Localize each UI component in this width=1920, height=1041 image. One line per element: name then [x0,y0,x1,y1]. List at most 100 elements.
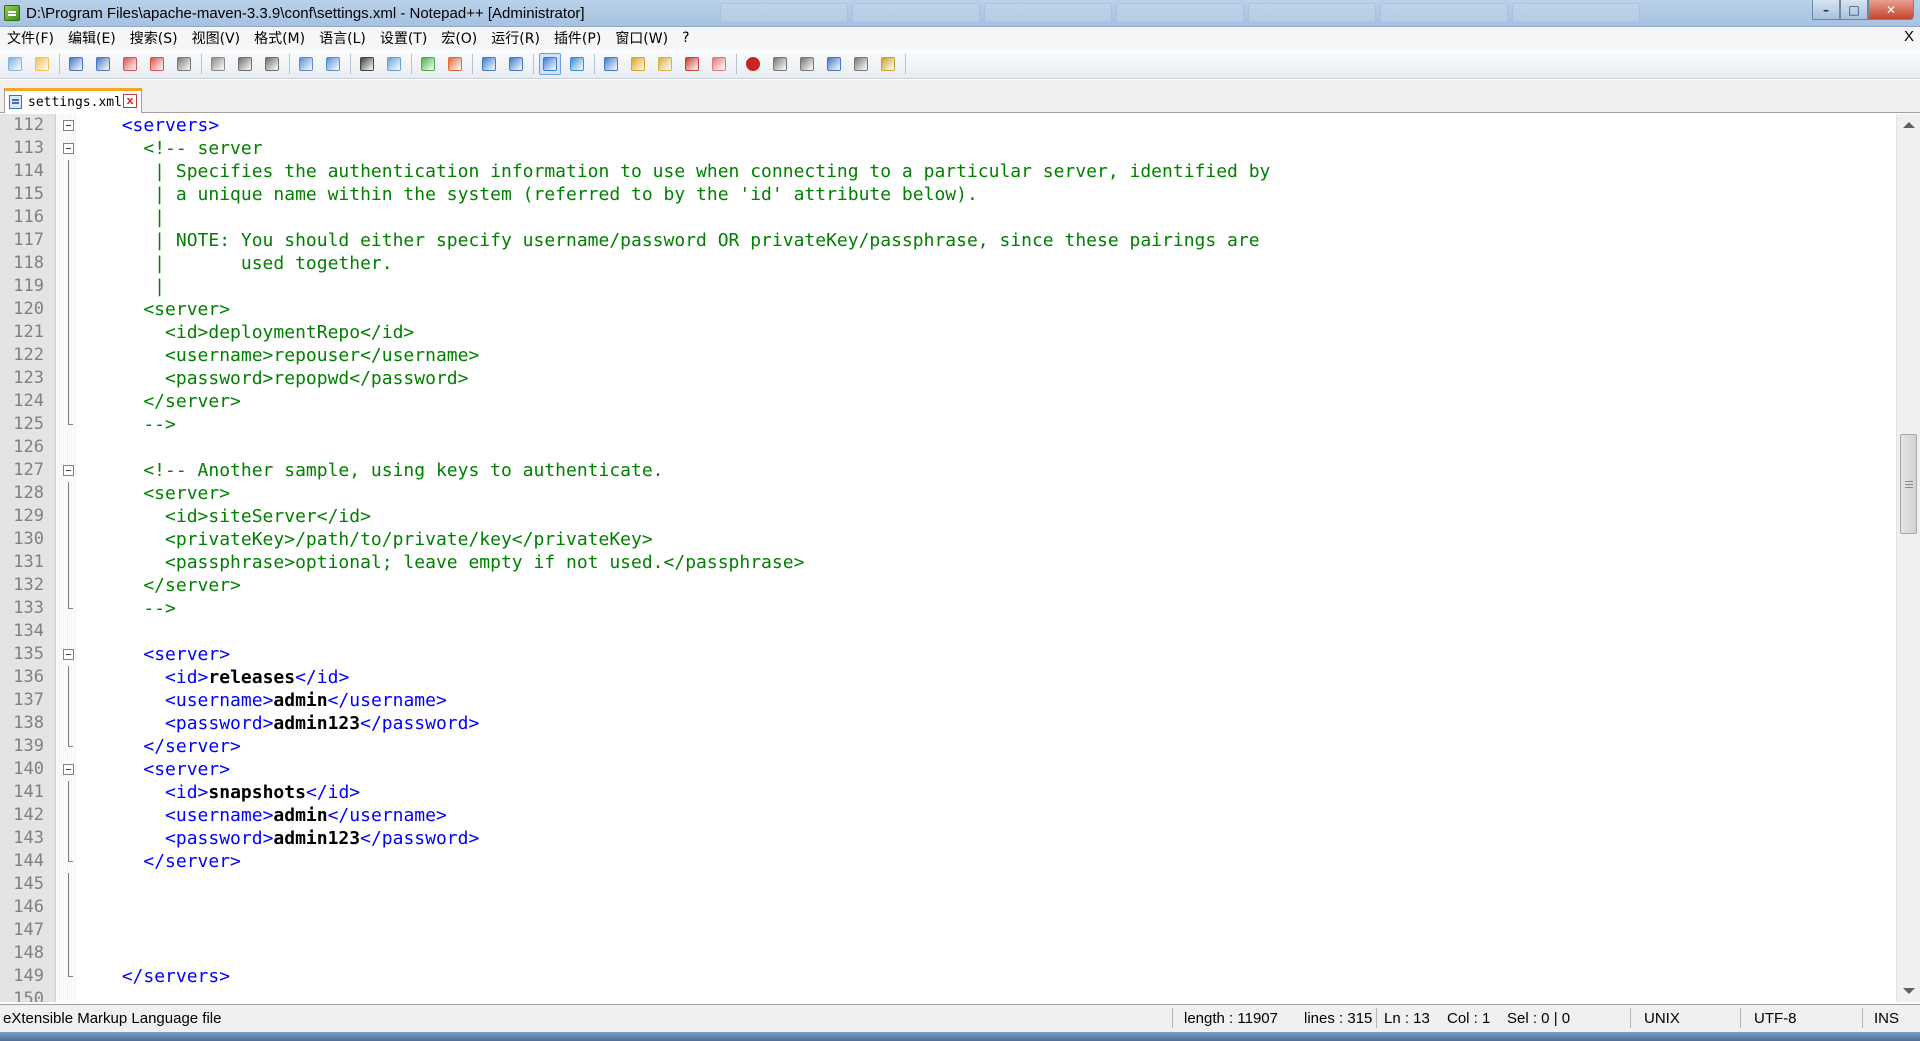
menu-item-4[interactable]: 格式(M) [247,28,312,48]
code-text[interactable]: </server> [100,574,241,597]
code-text[interactable]: </server> [100,735,241,758]
code-line[interactable]: 148 [0,942,1896,965]
code-text[interactable]: | used together. [100,252,392,275]
code-text[interactable]: <password>repopwd</password> [100,367,468,390]
code-line[interactable]: 143 <password>admin123</password> [0,827,1896,850]
code-line[interactable]: 123 <password>repopwd</password> [0,367,1896,390]
close-icon[interactable] [119,53,141,75]
menu-item-8[interactable]: 运行(R) [484,28,547,48]
code-text[interactable]: <!-- server [100,137,262,160]
spell-check-icon[interactable] [877,53,899,75]
status-encoding[interactable]: UTF-8 [1754,1010,1797,1027]
fold-toggle-icon[interactable] [63,465,74,476]
maximize-button[interactable]: □ [1840,0,1868,20]
code-line[interactable]: 114 | Specifies the authentication infor… [0,160,1896,183]
code-text[interactable]: <id>snapshots</id> [100,781,360,804]
code-text[interactable]: </server> [100,850,241,873]
find-icon[interactable] [356,53,378,75]
status-eol[interactable]: UNIX [1644,1010,1680,1027]
code-line[interactable]: 118 | used together. [0,252,1896,275]
code-line[interactable]: 112 <servers> [0,114,1896,137]
print-icon[interactable] [173,53,195,75]
sync-vertical-icon[interactable] [478,53,500,75]
code-line[interactable]: 121 <id>deploymentRepo</id> [0,321,1896,344]
paste-icon[interactable] [261,53,283,75]
sync-horizontal-icon[interactable] [505,53,527,75]
notepadpp-app-icon[interactable] [4,5,20,21]
play-macro-icon[interactable] [796,53,818,75]
code-line[interactable]: 147 [0,919,1896,942]
code-line[interactable]: 144 </server> [0,850,1896,873]
minimize-button[interactable]: – [1812,0,1840,20]
code-text[interactable]: <id>releases</id> [100,666,349,689]
scrollbar-thumb[interactable] [1900,434,1917,534]
code-line[interactable]: 134 [0,620,1896,643]
code-line[interactable]: 130 <privateKey>/path/to/private/key</pr… [0,528,1896,551]
code-line[interactable]: 136 <id>releases</id> [0,666,1896,689]
folder-workspace-icon[interactable] [708,53,730,75]
code-line[interactable]: 127 <!-- Another sample, using keys to a… [0,459,1896,482]
code-line[interactable]: 150 [0,988,1896,1002]
menu-item-11[interactable]: ? [675,30,696,46]
word-wrap-icon[interactable] [539,52,561,75]
copy-icon[interactable] [234,53,256,75]
stop-macro-icon[interactable] [769,53,791,75]
code-text[interactable]: <id>deploymentRepo</id> [100,321,414,344]
code-text[interactable]: <servers> [100,114,220,137]
vertical-scrollbar[interactable] [1896,114,1920,1002]
code-text[interactable]: </servers> [100,965,230,988]
code-text[interactable]: | [100,275,165,298]
code-line[interactable]: 142 <username>admin</username> [0,804,1896,827]
code-text[interactable]: <username>repouser</username> [100,344,479,367]
code-line[interactable]: 135 <server> [0,643,1896,666]
menu-item-0[interactable]: 文件(F) [0,28,61,48]
code-text[interactable]: | NOTE: You should either specify userna… [100,229,1259,252]
code-line[interactable]: 138 <password>admin123</password> [0,712,1896,735]
menu-item-9[interactable]: 插件(P) [547,28,608,48]
code-text[interactable]: <server> [100,482,230,505]
code-editor[interactable]: 112 <servers> 113 <!-- server 114 | Specif… [0,114,1920,1002]
zoom-in-icon[interactable] [417,53,439,75]
user-lang-icon[interactable] [627,53,649,75]
fold-toggle-icon[interactable] [63,143,74,154]
code-line[interactable]: 116 | [0,206,1896,229]
close-document-button[interactable]: X [1904,28,1914,45]
menu-item-2[interactable]: 搜索(S) [123,28,185,48]
code-line[interactable]: 122 <username>repouser</username> [0,344,1896,367]
run-macro-multiple-icon[interactable] [823,53,845,75]
code-text[interactable]: --> [100,413,176,436]
replace-icon[interactable] [383,53,405,75]
code-text[interactable]: </server> [100,390,241,413]
save-macro-icon[interactable] [850,53,872,75]
tab-close-icon[interactable]: x [123,94,137,108]
menu-item-5[interactable]: 语言(L) [312,28,373,48]
code-line[interactable]: 120 <server> [0,298,1896,321]
code-line[interactable]: 117 | NOTE: You should either specify us… [0,229,1896,252]
close-window-button[interactable]: ✕ [1868,0,1914,20]
code-text[interactable]: | Specifies the authentication informati… [100,160,1270,183]
fold-toggle-icon[interactable] [63,120,74,131]
code-line[interactable]: 145 [0,873,1896,896]
redo-icon[interactable] [322,53,344,75]
code-line[interactable]: 126 [0,436,1896,459]
code-text[interactable]: | a unique name within the system (refer… [100,183,978,206]
status-insert-mode[interactable]: INS [1874,1010,1899,1027]
undo-icon[interactable] [295,53,317,75]
menu-item-6[interactable]: 设置(T) [373,28,434,48]
code-text[interactable]: <privateKey>/path/to/private/key</privat… [100,528,653,551]
code-text[interactable]: <password>admin123</password> [100,827,479,850]
doc-map-icon[interactable] [654,53,676,75]
code-text[interactable]: <id>siteServer</id> [100,505,371,528]
record-macro-icon[interactable] [742,53,764,75]
code-line[interactable]: 124 </server> [0,390,1896,413]
show-all-chars-icon[interactable] [566,53,588,75]
save-all-icon[interactable] [92,53,114,75]
code-text[interactable]: --> [100,597,176,620]
save-icon[interactable] [65,53,87,75]
code-text[interactable]: <passphrase>optional; leave empty if not… [100,551,804,574]
new-file-icon[interactable] [4,53,26,75]
function-list-icon[interactable] [681,53,703,75]
close-all-icon[interactable] [146,53,168,75]
scroll-up-arrow-icon[interactable] [1903,122,1915,128]
menu-item-7[interactable]: 宏(O) [434,28,484,48]
